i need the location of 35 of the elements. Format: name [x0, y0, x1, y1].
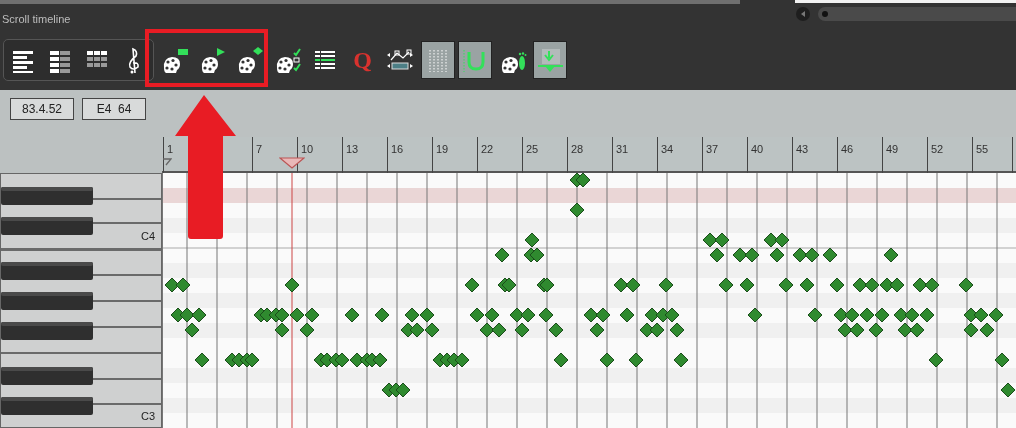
key-label: C4	[141, 229, 156, 244]
bar-number: 37	[706, 142, 719, 157]
palette-icon	[161, 46, 189, 74]
insert-icon	[536, 46, 564, 74]
position-field[interactable]: 83.4.52	[10, 98, 74, 120]
timeline-ruler[interactable]: 1 7 10 13 16 19 22 25 28 31 34 37 40 43 46 49 52 55	[162, 137, 1016, 173]
bar-number: 49	[886, 142, 899, 157]
palette-icon	[236, 46, 264, 74]
key-label: C3	[141, 409, 156, 424]
bar-number: 43	[796, 142, 809, 157]
bar-number: 16	[391, 142, 404, 157]
note-field[interactable]: E4 64	[82, 98, 146, 120]
bar-number: 34	[661, 142, 674, 157]
scroll-left-button[interactable]	[796, 7, 810, 21]
left-arrow-icon	[799, 10, 807, 18]
bar-number: 19	[436, 142, 449, 157]
tooltip-text: Scroll timeline	[2, 13, 71, 25]
bar-number: 40	[751, 142, 764, 157]
bar-number: 10	[301, 142, 314, 157]
bar-number: 28	[571, 142, 584, 157]
horizontal-scrollbar[interactable]	[818, 7, 1016, 21]
toolbar-button[interactable]	[420, 41, 455, 79]
bar-number: 31	[616, 142, 629, 157]
loop-start-icon	[163, 158, 172, 166]
playhead-marker[interactable]	[279, 157, 305, 169]
bar-number: 55	[976, 142, 989, 157]
toolbar-button[interactable]	[458, 41, 492, 79]
bar-number: 7	[256, 142, 263, 157]
bar-number: 46	[841, 142, 854, 157]
toolbar-button[interactable]	[533, 41, 567, 79]
bar-number: 13	[346, 142, 359, 157]
bar-number: 22	[481, 142, 494, 157]
bar-number: 1	[167, 142, 174, 157]
bar-number: 52	[931, 142, 944, 157]
bar-number: 25	[526, 142, 539, 157]
